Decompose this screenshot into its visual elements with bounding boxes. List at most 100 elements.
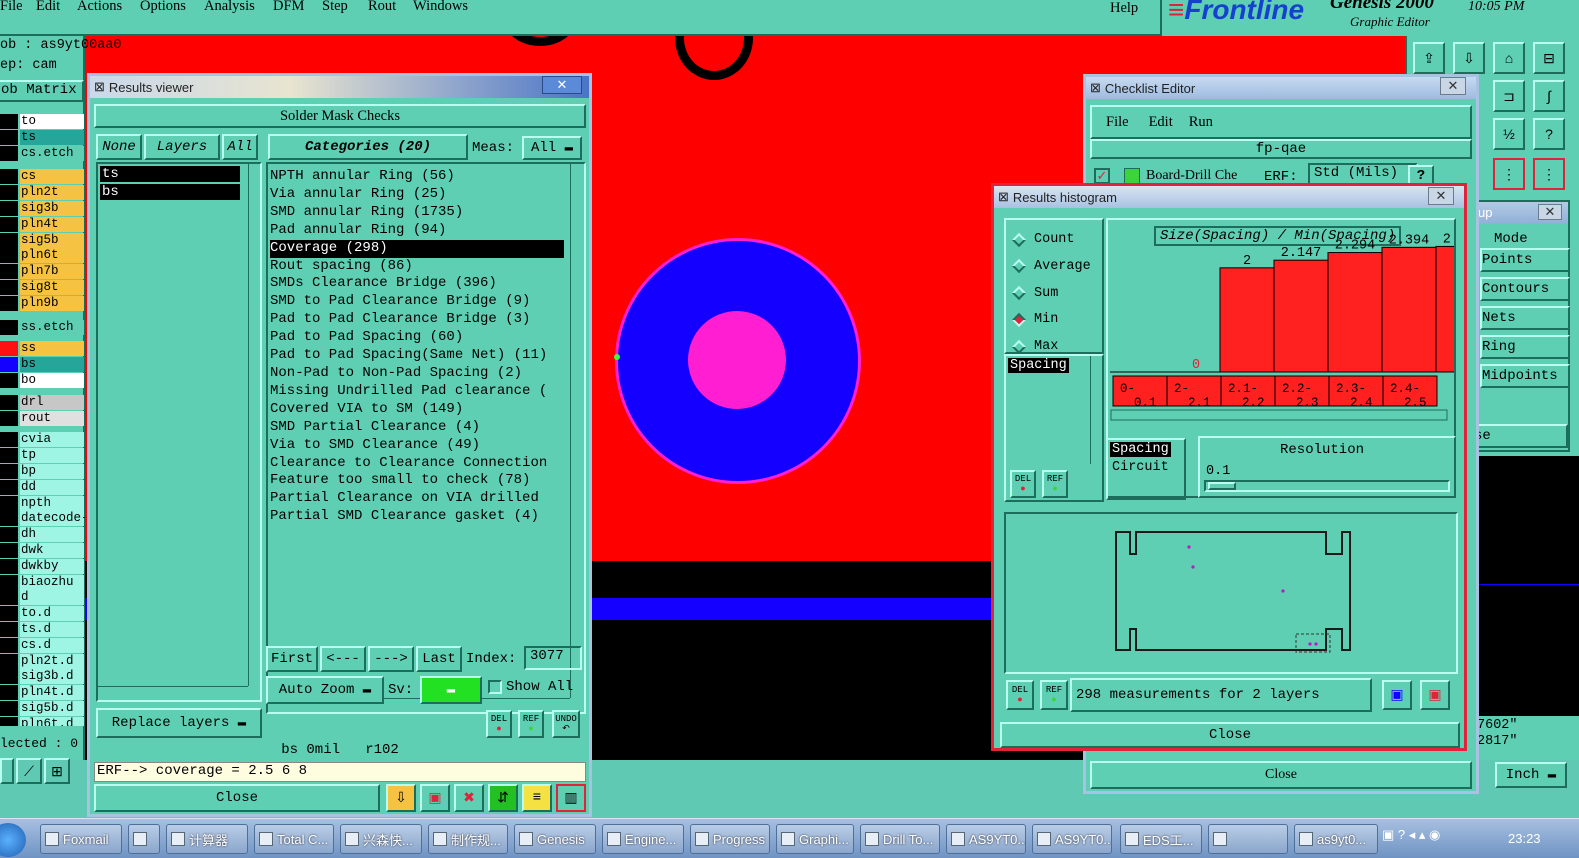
taskbar-item[interactable]: 兴森快... [340,824,422,854]
behind-field[interactable]: se [1472,424,1568,448]
layer-row[interactable]: npth [0,495,85,511]
layer-swatch[interactable] [0,394,18,410]
export-icon[interactable]: ▣ [1382,680,1412,710]
taskbar-item[interactable]: 计算器 [166,824,248,854]
type-circuit[interactable]: Circuit [1112,460,1169,475]
report-icon[interactable]: ▣ [1420,680,1450,710]
mode-average-radio[interactable]: Average [1011,259,1091,274]
taskbar-item[interactable]: as9yt0... [1294,824,1378,854]
layer-row[interactable]: cs.d [0,637,85,653]
ref-button[interactable]: REF ● [1042,470,1068,498]
layer-swatch[interactable] [0,464,18,479]
layer-swatch[interactable] [0,685,18,701]
menu-analysis[interactable]: Analysis [204,0,255,15]
layer-row[interactable]: d [0,590,85,606]
menu-edit[interactable]: Edit [36,0,60,15]
layer-row[interactable]: cvia [0,432,85,448]
layer-row[interactable]: sig3b.d [0,669,85,685]
mode-min-radio[interactable]: Min [1011,312,1058,327]
taskbar-item[interactable]: Drill To... [860,824,940,854]
behind-points-button[interactable]: Points [1480,248,1570,272]
layer-row[interactable]: drl [0,394,85,410]
job-matrix-button[interactable]: ob Matrix [0,80,84,102]
layer-row[interactable]: bp [0,464,85,479]
layer-swatch[interactable] [0,373,18,388]
type-spacing[interactable]: Spacing [1110,442,1171,457]
taskbar-item[interactable] [1208,824,1288,854]
layer-row[interactable]: dh [0,527,85,543]
layer-swatch[interactable] [0,341,18,357]
category-item[interactable]: Pad to Pad Spacing (60) [270,329,564,347]
sv-color-select[interactable]: ▬ [420,676,482,704]
behind-ring-button[interactable]: Ring [1480,335,1570,359]
menu-windows[interactable]: Windows [413,0,468,15]
layer-swatch[interactable] [0,653,18,669]
none-button[interactable]: None [96,134,142,160]
category-item[interactable]: SMD to Pad Clearance Bridge (9) [270,293,564,311]
layer-row[interactable]: sig5b [0,232,85,248]
save-tool-icon[interactable]: ⇪ [1413,42,1445,74]
layer-swatch[interactable] [0,574,18,590]
download-tool-icon[interactable]: ⇩ [1453,42,1485,74]
menu-actions[interactable]: Actions [77,0,122,15]
last-button[interactable]: Last [416,646,462,672]
layer-swatch[interactable] [0,495,18,511]
histogram-bar[interactable] [1381,246,1437,373]
mode-count-radio[interactable]: Count [1011,232,1075,247]
layer-swatch[interactable] [0,558,18,574]
exit-tool-icon[interactable]: ⇩ [386,784,416,812]
layer-swatch[interactable] [0,637,18,653]
layer-row[interactable]: rout [0,410,85,426]
all-layers-button[interactable]: All [222,134,258,160]
category-item[interactable]: Via annular Ring (25) [270,186,564,204]
layer-row[interactable]: datecode- [0,511,85,527]
layer-swatch[interactable] [0,479,18,495]
grid-tool-icon[interactable]: ⊞ [44,758,70,784]
menu-step[interactable]: Step [322,0,348,15]
taskbar-item[interactable]: AS9YT0... [1032,824,1112,854]
histogram-close-icon[interactable]: ✕ [1428,187,1454,205]
layer-swatch[interactable] [0,448,18,464]
board-preview[interactable] [1004,512,1458,674]
category-item[interactable]: Rout spacing (86) [270,258,564,276]
viewer-del-button[interactable]: DEL ● [486,710,512,738]
mode-max-radio[interactable]: Max [1011,339,1058,354]
category-item[interactable]: Pad annular Ring (94) [270,222,564,240]
measure-tool-icon[interactable]: ⟋ [16,758,42,784]
layer-row[interactable]: cs [0,169,85,185]
checklist-close-button[interactable]: Close [1090,761,1472,789]
layer-swatch[interactable] [0,606,18,622]
results-viewer-close-icon[interactable]: ✕ [542,76,582,94]
menu-rout[interactable]: Rout [368,0,396,15]
category-vscroll[interactable] [570,164,584,698]
layer-swatch[interactable] [0,295,18,311]
next-button[interactable]: ---> [368,646,414,672]
behind-midpoints-button[interactable]: Midpoints [1480,364,1570,388]
viewer-undo-button[interactable]: UNDO ↶ [552,710,580,738]
checklist-menu-edit[interactable]: Edit [1149,114,1173,131]
category-item[interactable]: NPTH annular Ring (56) [270,168,564,186]
taskbar-item[interactable]: AS9YT0... [946,824,1026,854]
layer-row[interactable]: ts.d [0,622,85,637]
taskbar-item[interactable]: Graphi... [776,824,854,854]
viewer-close-button[interactable]: Close [94,784,380,812]
mode-sum-radio[interactable]: Sum [1011,286,1058,301]
units-select[interactable]: Inch ▬ [1495,762,1567,788]
layer-row[interactable]: pln9b [0,295,85,311]
layer-row[interactable]: sig3b [0,201,85,216]
snake-tool-icon[interactable]: ∫ [1533,80,1565,112]
layer-row[interactable]: pln7b [0,264,85,280]
layer-row[interactable]: pln2t.d [0,653,85,669]
layer-row[interactable]: pln6t [0,248,85,264]
taskbar-item[interactable]: Total C... [254,824,334,854]
layer-row[interactable]: bs [0,357,85,373]
category-item[interactable]: SMD annular Ring (1735) [270,204,564,222]
layers-tool-icon[interactable]: ⊟ [1533,42,1565,74]
histogram-bar[interactable] [1327,252,1383,373]
checklist-close-icon[interactable]: ✕ [1440,77,1466,95]
layer-row[interactable]: dd [0,479,85,495]
category-item[interactable]: SMDs Clearance Bridge (396) [270,275,564,293]
index-field[interactable]: 3077 [524,646,582,670]
layer-swatch[interactable] [0,716,18,726]
layer-list-vscroll[interactable] [248,164,260,686]
